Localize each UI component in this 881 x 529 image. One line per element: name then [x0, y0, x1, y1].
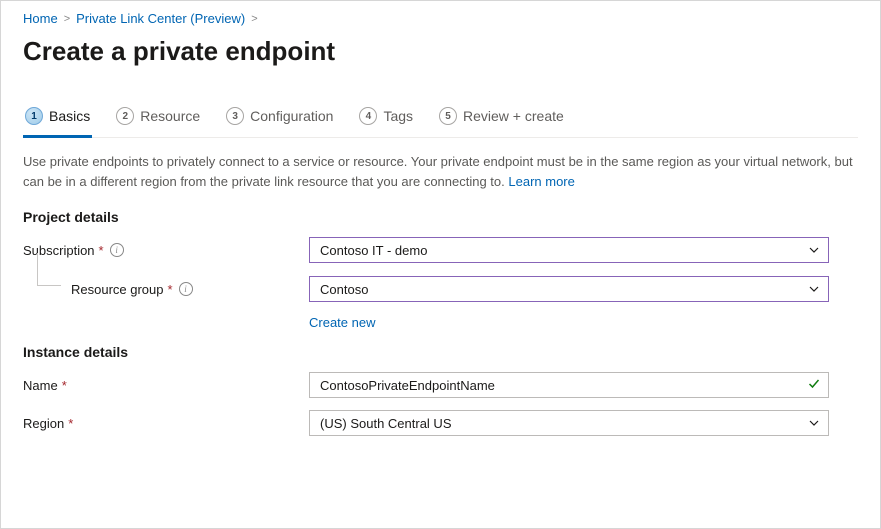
select-resource-group[interactable]: Contoso	[309, 276, 829, 302]
tab-label: Review + create	[463, 108, 564, 124]
field-subscription: Subscription * i Contoso IT - demo	[23, 237, 858, 263]
breadcrumb: Home > Private Link Center (Preview) >	[23, 11, 858, 26]
section-instance-details: Instance details	[23, 344, 858, 360]
create-new-resource-group-row: Create new	[309, 315, 858, 330]
info-icon[interactable]: i	[179, 282, 193, 296]
chevron-down-icon	[808, 244, 820, 256]
page-title: Create a private endpoint	[23, 36, 858, 67]
required-icon: *	[168, 282, 173, 297]
create-new-link[interactable]: Create new	[309, 315, 375, 330]
tab-step-number: 5	[439, 107, 457, 125]
field-region: Region * (US) South Central US	[23, 410, 858, 436]
label-subscription: Subscription * i	[23, 243, 309, 258]
chevron-right-icon: >	[251, 13, 257, 25]
tab-label: Configuration	[250, 108, 333, 124]
breadcrumb-home[interactable]: Home	[23, 11, 58, 26]
tab-step-number: 2	[116, 107, 134, 125]
required-icon: *	[99, 243, 104, 258]
select-region[interactable]: (US) South Central US	[309, 410, 829, 436]
section-project-details: Project details	[23, 209, 858, 225]
chevron-down-icon	[808, 283, 820, 295]
tab-configuration[interactable]: 3 Configuration	[224, 107, 335, 138]
chevron-down-icon	[808, 417, 820, 429]
breadcrumb-private-link-center[interactable]: Private Link Center (Preview)	[76, 11, 245, 26]
chevron-right-icon: >	[64, 13, 70, 25]
required-icon: *	[62, 378, 67, 393]
tab-label: Resource	[140, 108, 200, 124]
select-value: Contoso IT - demo	[320, 243, 427, 258]
check-icon	[807, 377, 821, 394]
label-region: Region *	[23, 416, 309, 431]
tab-basics[interactable]: 1 Basics	[23, 107, 92, 138]
required-icon: *	[68, 416, 73, 431]
field-name: Name *	[23, 372, 858, 398]
tab-step-number: 1	[25, 107, 43, 125]
tree-indent-icon	[23, 275, 71, 303]
tab-label: Tags	[383, 108, 413, 124]
tab-label: Basics	[49, 108, 90, 124]
select-value: (US) South Central US	[320, 416, 452, 431]
tab-review-create[interactable]: 5 Review + create	[437, 107, 566, 138]
label-resource-group: Resource group * i	[71, 282, 309, 297]
description-text: Use private endpoints to privately conne…	[23, 152, 858, 191]
select-subscription[interactable]: Contoso IT - demo	[309, 237, 829, 263]
tab-step-number: 4	[359, 107, 377, 125]
wizard-tabs: 1 Basics 2 Resource 3 Configuration 4 Ta…	[23, 107, 858, 138]
tab-step-number: 3	[226, 107, 244, 125]
learn-more-link[interactable]: Learn more	[508, 174, 574, 189]
field-resource-group: Resource group * i Contoso	[23, 275, 858, 303]
label-name: Name *	[23, 378, 309, 393]
select-value: Contoso	[320, 282, 368, 297]
tab-tags[interactable]: 4 Tags	[357, 107, 415, 138]
tab-resource[interactable]: 2 Resource	[114, 107, 202, 138]
info-icon[interactable]: i	[110, 243, 124, 257]
input-name[interactable]	[309, 372, 829, 398]
